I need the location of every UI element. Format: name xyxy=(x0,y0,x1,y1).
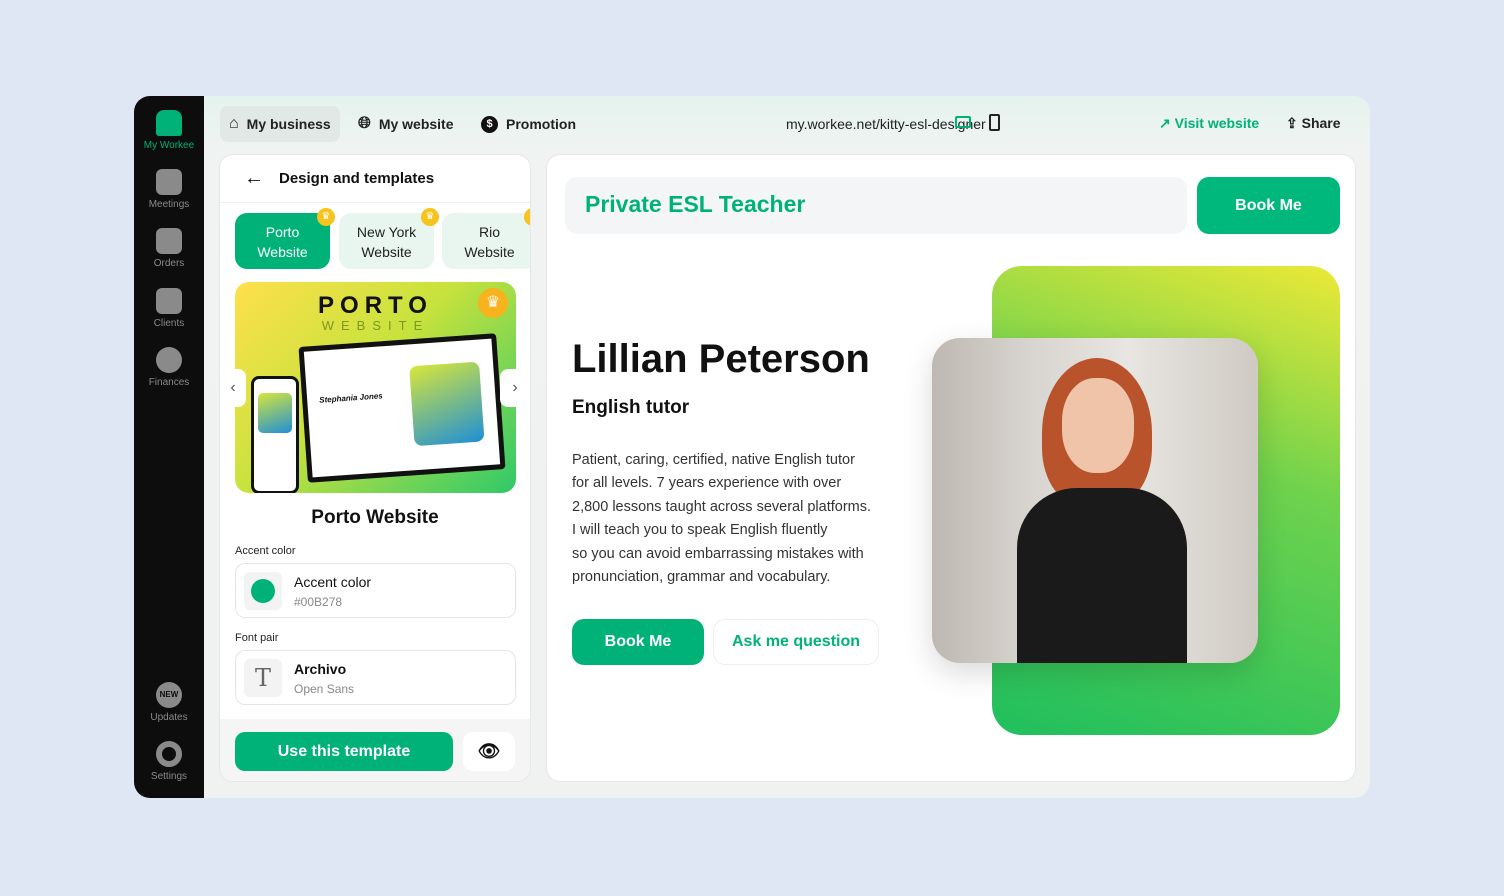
accent-label: Accent color xyxy=(235,545,296,557)
bio-line: I will teach you to speak English fluent… xyxy=(572,522,828,539)
sidebar-label: Orders xyxy=(153,258,185,269)
sidebar-item-updates[interactable]: NEW Updates xyxy=(134,682,204,723)
tab-new-york[interactable]: New York Website ♛ xyxy=(339,208,439,269)
orders-icon xyxy=(156,228,182,254)
accent-value: #00B278 xyxy=(294,595,343,609)
share-label: Share xyxy=(1301,115,1341,131)
sidebar-item-finances[interactable]: Finances xyxy=(134,347,204,388)
mock-image xyxy=(409,361,485,447)
divider xyxy=(220,202,530,203)
dollar-icon: $ xyxy=(481,115,498,133)
sidebar-label: My Workee xyxy=(143,140,195,151)
sidebar-label: Finances xyxy=(148,377,190,388)
design-panel: ← Design and templates Porto Website ♛ New… xyxy=(219,154,531,782)
profile-photo xyxy=(932,338,1258,663)
crown-icon: ♛ xyxy=(317,208,335,226)
desktop-view-icon[interactable] xyxy=(955,116,971,128)
top xyxy=(1017,488,1187,663)
sidebar-item-meetings[interactable]: Meetings xyxy=(134,169,204,210)
tab-rio[interactable]: RioWebsite♛ xyxy=(442,208,530,269)
font-secondary: Open Sans xyxy=(294,682,355,696)
workee-logo-icon xyxy=(156,110,182,136)
bio: Patient, caring, certified, native Engli… xyxy=(572,449,871,589)
tab-label: Rio xyxy=(478,224,500,240)
sidebar-label: Clients xyxy=(153,318,185,329)
mock-name: Stephania Jones xyxy=(318,391,383,405)
share-icon: ⇪ xyxy=(1286,115,1302,131)
tab-label: New York xyxy=(356,224,417,240)
building-icon: ⌂ xyxy=(229,115,239,132)
face xyxy=(1062,378,1134,473)
preview-brand: PORTO xyxy=(318,292,433,319)
phone-mockup xyxy=(251,376,299,493)
nav-label: My website xyxy=(378,116,454,132)
prev-arrow-button[interactable]: ‹ xyxy=(220,369,246,407)
color-swatch xyxy=(251,579,275,603)
visit-label: Visit website xyxy=(1174,115,1260,131)
tab-label: Website xyxy=(257,244,308,260)
website-preview: Private ESL Teacher Book Me Lillian Pete… xyxy=(546,154,1356,782)
preview-brand-sub: WEBSITE xyxy=(321,318,430,333)
sidebar-item-clients[interactable]: Clients xyxy=(134,288,204,329)
nav-my-website[interactable]: 🌐︎ My website xyxy=(349,106,463,142)
preview-eye-button[interactable]: 👁︎ xyxy=(463,732,515,771)
site-header: Private ESL Teacher xyxy=(565,177,1187,234)
template-preview: PORTO WEBSITE Stephania Jones ♛ xyxy=(235,282,516,493)
crown-icon: ♛ xyxy=(421,208,439,226)
share-button[interactable]: ⇪ Share xyxy=(1286,115,1341,132)
text-icon: T xyxy=(244,659,282,697)
header-book-button[interactable]: Book Me xyxy=(1197,177,1340,234)
nav-label: Promotion xyxy=(506,116,576,132)
person-role: English tutor xyxy=(572,397,690,418)
back-arrow-icon[interactable]: ← xyxy=(244,167,264,190)
nav-my-business[interactable]: ⌂ My business xyxy=(220,106,340,142)
swatch xyxy=(244,572,282,610)
bio-line: so you can avoid embarrassing mistakes w… xyxy=(572,545,864,562)
tab-label: Website xyxy=(361,244,412,260)
tab-label: Porto xyxy=(265,224,300,240)
font-pair-field[interactable]: T Archivo Open Sans xyxy=(235,650,516,705)
user-icon xyxy=(156,288,182,314)
bio-line: pronunciation, grammar and vocabulary. xyxy=(572,569,831,586)
font-primary: Archivo xyxy=(294,661,347,677)
site-title: Private ESL Teacher xyxy=(585,191,806,217)
tab-porto[interactable]: Porto Website ♛ xyxy=(235,208,335,269)
accent-title: Accent color xyxy=(294,574,372,590)
tab-label: Website xyxy=(464,244,515,260)
crown-icon: ♛ xyxy=(478,288,508,318)
sidebar: My Workee Meetings Orders Clients Financ… xyxy=(134,96,204,798)
eye-icon: 👁︎ xyxy=(477,741,501,761)
bio-line: for all levels. 7 years experience with … xyxy=(572,475,842,492)
gear-icon xyxy=(156,741,182,767)
font-label: Font pair xyxy=(235,632,279,644)
visit-website-link[interactable]: ↗ Visit website xyxy=(1159,115,1259,132)
dollar-icon xyxy=(156,347,182,373)
sidebar-item-orders[interactable]: Orders xyxy=(134,228,204,269)
nav-label: My business xyxy=(246,116,331,132)
sidebar-label: Updates xyxy=(150,712,188,723)
template-name: Porto Website xyxy=(311,507,439,528)
nav-promotion[interactable]: $ Promotion xyxy=(472,106,585,142)
bio-line: Patient, caring, certified, native Engli… xyxy=(572,452,855,468)
sidebar-item-settings[interactable]: Settings xyxy=(134,741,204,782)
panel-title: Design and templates xyxy=(279,170,435,187)
calendar-icon xyxy=(156,169,182,195)
accent-color-field[interactable]: Accent color #00B278 xyxy=(235,563,516,618)
arrow-up-right-icon: ↗ xyxy=(1159,115,1175,131)
book-me-button[interactable]: Book Me xyxy=(572,619,704,665)
desktop-mockup: Stephania Jones xyxy=(298,333,506,483)
sidebar-label: Meetings xyxy=(148,199,190,210)
new-badge-icon: NEW xyxy=(156,682,182,708)
use-template-button[interactable]: Use this template xyxy=(235,732,453,771)
next-arrow-button[interactable]: › xyxy=(500,369,530,407)
sidebar-item-my-workee[interactable]: My Workee xyxy=(134,110,204,151)
person-name: Lillian Peterson xyxy=(572,337,870,381)
mobile-view-icon[interactable] xyxy=(989,114,1000,131)
app-window: My Workee Meetings Orders Clients Financ… xyxy=(134,96,1370,798)
bio-line: 2,800 lessons taught across several plat… xyxy=(572,498,872,515)
ask-question-button[interactable]: Ask me question xyxy=(713,619,879,665)
sidebar-label: Settings xyxy=(150,771,188,782)
globe-icon: 🌐︎ xyxy=(358,115,371,132)
top-bar: ⌂ My business 🌐︎ My website $ Promotion my.… xyxy=(204,96,1370,152)
